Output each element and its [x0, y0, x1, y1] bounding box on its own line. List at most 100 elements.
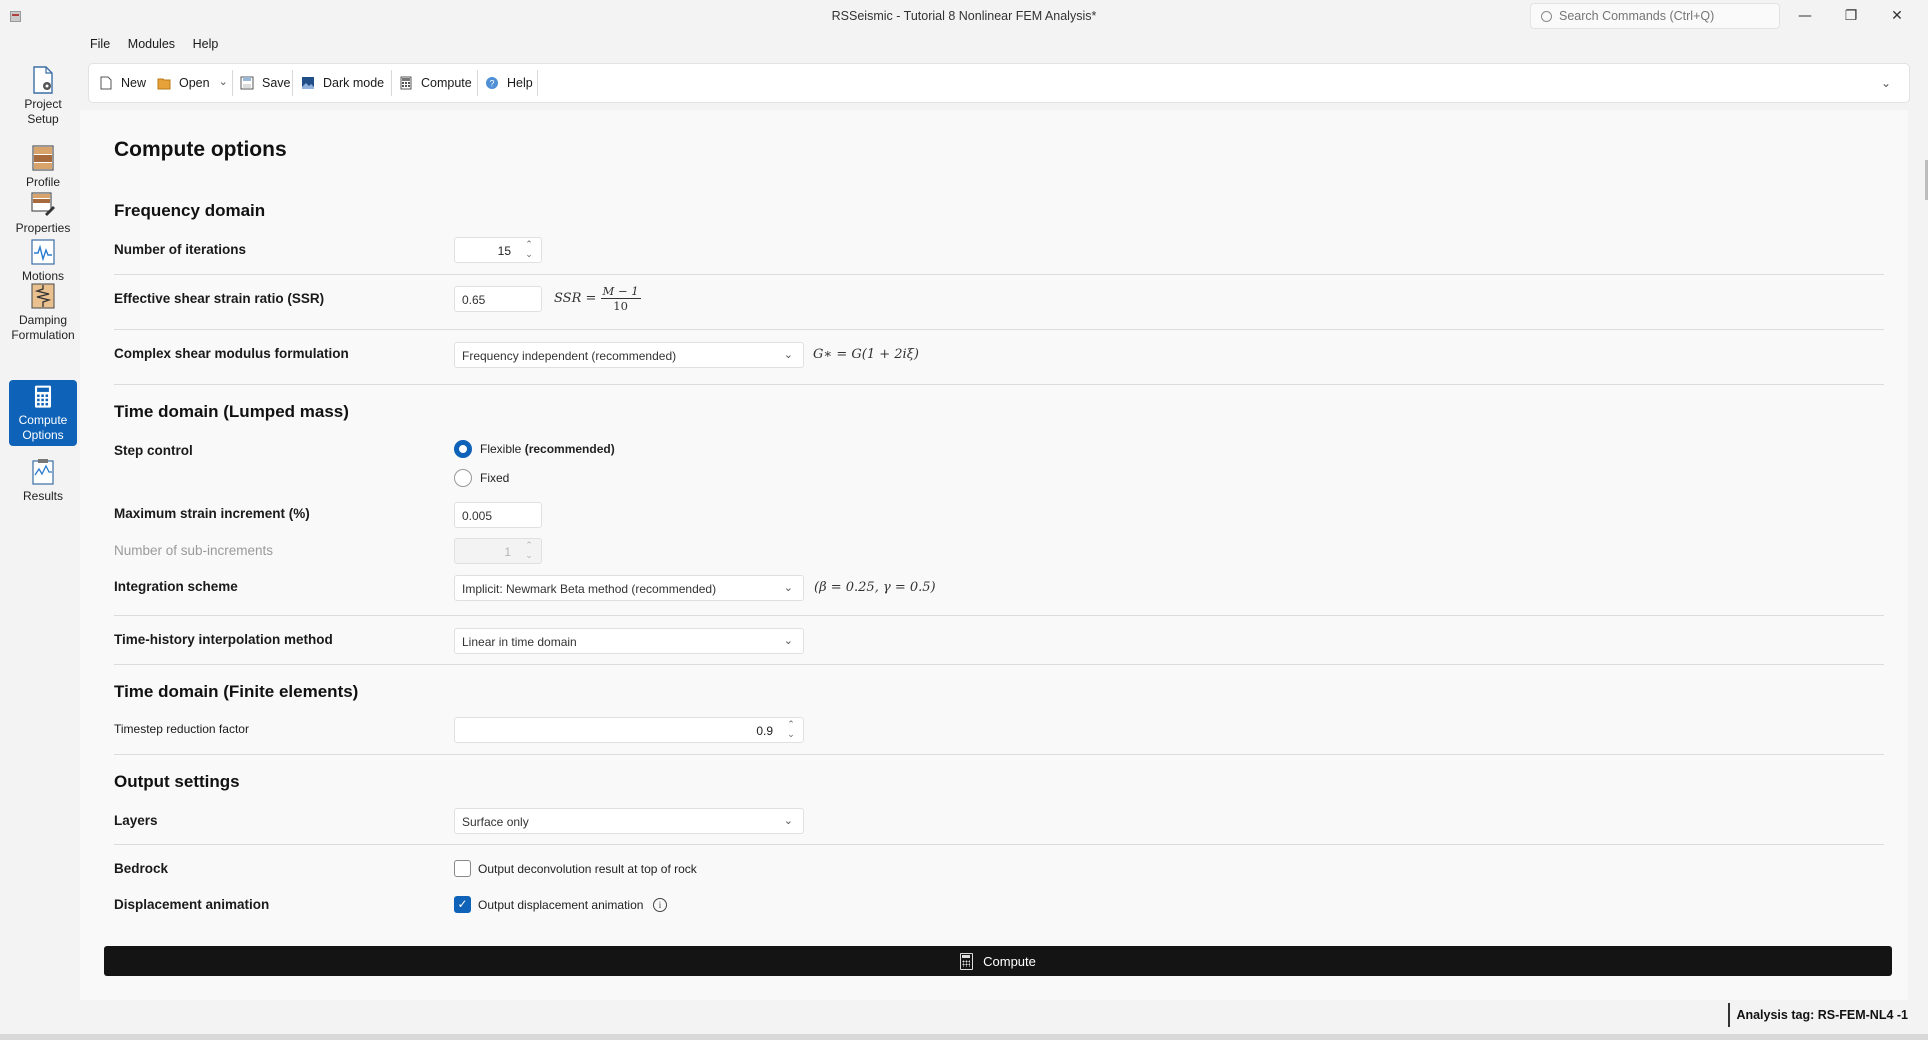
- menu-bar: File Modules Help: [90, 36, 232, 56]
- bedrock-checkbox-label[interactable]: Output deconvolution result at top of ro…: [478, 862, 697, 876]
- svg-text:?: ?: [489, 79, 494, 89]
- spinner-arrows: ⌃ ⌄: [523, 541, 535, 561]
- step-fixed-radio[interactable]: [454, 469, 472, 487]
- search-icon: [1541, 11, 1552, 22]
- nav-motions-label: Motions: [21, 269, 65, 283]
- layers-value: Surface only: [462, 815, 529, 829]
- nav-project-setup-label: Project Setup: [24, 97, 62, 126]
- modulus-dropdown[interactable]: Frequency independent (recommended) ⌄: [454, 342, 804, 368]
- expand-toolbar-chevron-icon[interactable]: ⌄: [1881, 76, 1895, 90]
- minimize-button[interactable]: —: [1790, 6, 1820, 26]
- nav-damping-label: Damping Formulation: [11, 313, 75, 342]
- divider: [114, 615, 1884, 616]
- chevron-down-icon[interactable]: ⌄: [219, 75, 228, 88]
- step-control-label: Step control: [114, 443, 193, 458]
- nav-profile[interactable]: Profile: [9, 144, 77, 190]
- ssr-formula-denominator: 10: [613, 299, 628, 313]
- toolbar: New Open ⌄ Save Dark mode Compute ? Help…: [88, 63, 1910, 103]
- step-flexible-label[interactable]: Flexible (recommended): [480, 442, 615, 456]
- modulus-label: Complex shear modulus formulation: [114, 346, 349, 361]
- compute-button-label: Compute: [983, 953, 1036, 969]
- nav-properties[interactable]: Properties: [9, 190, 77, 236]
- frequency-domain-heading: Frequency domain: [114, 201, 266, 220]
- divider: [114, 754, 1884, 755]
- layers-dropdown[interactable]: Surface only ⌄: [454, 808, 804, 834]
- properties-icon: [31, 192, 55, 216]
- output-settings-heading: Output settings: [114, 772, 240, 791]
- page-title: Compute options: [114, 138, 287, 161]
- title-bar: RSSeismic - Tutorial 8 Nonlinear FEM Ana…: [0, 0, 1928, 32]
- interpolation-dropdown[interactable]: Linear in time domain ⌄: [454, 628, 804, 654]
- chevron-down-icon: ⌄: [783, 634, 793, 647]
- modulus-formula: G∗ = G(1 + 2iξ): [813, 347, 919, 362]
- nav-compute-options[interactable]: Compute Options: [9, 380, 77, 446]
- max-strain-input[interactable]: 0.005: [454, 502, 542, 528]
- divider: [114, 844, 1884, 845]
- integration-label: Integration scheme: [114, 579, 238, 594]
- close-button[interactable]: ✕: [1882, 6, 1912, 26]
- integration-formula: (β = 0.25, γ = 0.5): [814, 580, 936, 595]
- menu-modules[interactable]: Modules: [128, 37, 175, 51]
- interpolation-label: Time-history interpolation method: [114, 632, 333, 647]
- restore-button[interactable]: ❐: [1836, 6, 1866, 26]
- open-button[interactable]: Open ⌄: [157, 64, 228, 102]
- iterations-spinner[interactable]: 15 ⌃ ⌄: [454, 237, 542, 263]
- nav-project-setup[interactable]: Project Setup: [9, 66, 77, 127]
- dark-mode-button[interactable]: Dark mode: [301, 64, 384, 102]
- dark-mode-icon: [302, 77, 314, 89]
- command-search-input[interactable]: [1559, 7, 1769, 25]
- compute-toolbar-label: Compute: [421, 76, 472, 90]
- compute-button[interactable]: Compute: [104, 946, 1892, 976]
- animation-checkbox-label[interactable]: Output displacement animation: [478, 898, 643, 912]
- nav-results-label: Results: [22, 489, 63, 503]
- timestep-spinner[interactable]: 0.9 ⌃ ⌄: [454, 717, 804, 743]
- arrow-down-icon[interactable]: ⌄: [785, 730, 797, 740]
- ssr-label: Effective shear strain ratio (SSR): [114, 291, 325, 306]
- new-button[interactable]: New: [99, 64, 146, 102]
- flexible-text: Flexible: [480, 442, 522, 456]
- arrow-up-icon[interactable]: ⌃: [785, 720, 797, 730]
- layers-label: Layers: [114, 813, 158, 828]
- nav-motions[interactable]: Motions: [9, 238, 77, 284]
- help-button-label: Help: [507, 76, 533, 90]
- arrow-down-icon[interactable]: ⌄: [523, 250, 535, 260]
- arrow-up-icon[interactable]: ⌃: [523, 240, 535, 250]
- step-flexible-radio[interactable]: [454, 440, 472, 458]
- analysis-tag: Analysis tag: RS-FEM-NL4 -1: [1728, 1003, 1908, 1027]
- command-search-box[interactable]: [1530, 3, 1780, 29]
- flexible-recommended-text: (recommended): [524, 442, 615, 456]
- calculator-icon: [960, 952, 974, 970]
- info-icon[interactable]: i: [653, 898, 667, 912]
- finite-elements-heading: Time domain (Finite elements): [114, 682, 359, 701]
- bedrock-label: Bedrock: [114, 861, 169, 876]
- new-button-label: New: [121, 76, 147, 90]
- module-nav: Project Setup Profile Properties Motions: [8, 32, 78, 1000]
- help-button[interactable]: ? Help: [485, 64, 533, 102]
- nav-profile-label: Profile: [25, 175, 60, 189]
- lumped-mass-heading: Time domain (Lumped mass): [114, 402, 349, 421]
- open-button-label: Open: [179, 76, 210, 90]
- spinner-arrows[interactable]: ⌃ ⌄: [785, 720, 797, 740]
- toolbar-divider: [477, 70, 478, 96]
- calculator-icon: [34, 385, 52, 408]
- nav-properties-label: Properties: [15, 221, 71, 235]
- save-button[interactable]: Save: [240, 64, 291, 102]
- menu-help[interactable]: Help: [193, 37, 219, 51]
- nav-results[interactable]: Results: [9, 458, 77, 504]
- nav-damping-formulation[interactable]: Damping Formulation: [9, 282, 77, 343]
- spinner-arrows[interactable]: ⌃ ⌄: [523, 240, 535, 260]
- ssr-input[interactable]: 0.65: [454, 286, 542, 312]
- motions-icon: [31, 239, 55, 265]
- compute-toolbar-button[interactable]: Compute: [399, 64, 472, 102]
- arrow-down-icon: ⌄: [525, 551, 533, 561]
- step-fixed-label[interactable]: Fixed: [480, 471, 509, 485]
- status-bar: Analysis tag: RS-FEM-NL4 -1: [0, 1000, 1928, 1040]
- bedrock-checkbox[interactable]: [454, 860, 471, 877]
- animation-checkbox[interactable]: ✓: [454, 896, 471, 913]
- damping-icon: [31, 283, 55, 309]
- compute-options-panel: Compute options Frequency domain Number …: [80, 110, 1908, 1000]
- menu-file[interactable]: File: [90, 37, 110, 51]
- timestep-label: Timestep reduction factor: [114, 722, 249, 736]
- check-icon: ✓: [457, 897, 468, 911]
- integration-dropdown[interactable]: Implicit: Newmark Beta method (recommend…: [454, 575, 804, 601]
